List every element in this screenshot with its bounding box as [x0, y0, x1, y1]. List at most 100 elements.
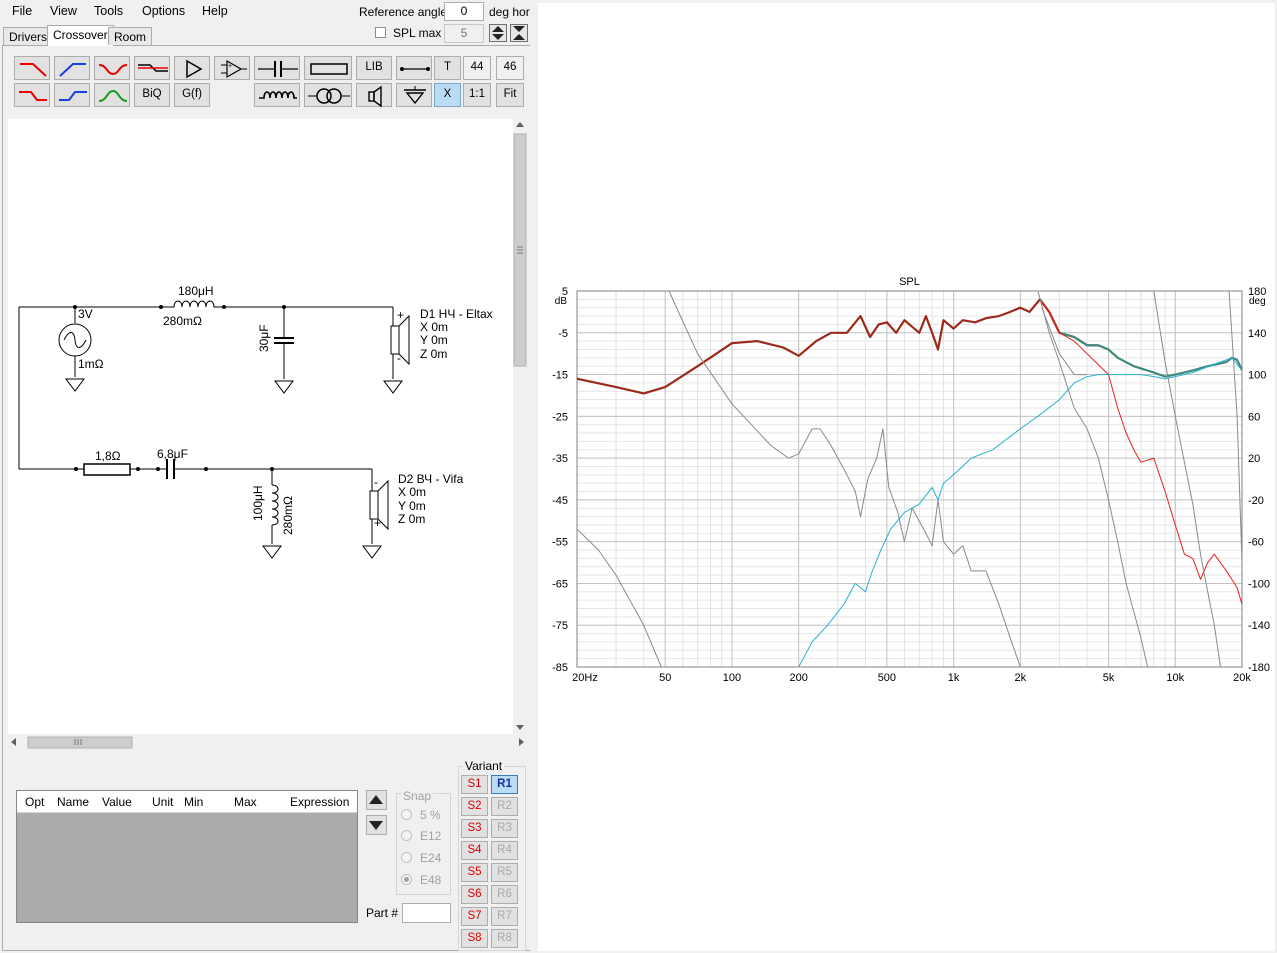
driver-button[interactable] [356, 83, 392, 108]
inductor-icon [259, 91, 297, 99]
y-tick-left: -85 [552, 662, 568, 674]
col-unit[interactable]: Unit [152, 795, 173, 809]
menu-tools[interactable]: Tools [94, 4, 123, 18]
y-tick-left: -55 [552, 537, 568, 549]
spl-max-input[interactable]: 5 [444, 24, 484, 43]
move-up-button[interactable] [366, 790, 387, 810]
snap-e48-radio[interactable] [401, 874, 412, 885]
highpass-blue-button[interactable] [54, 56, 90, 80]
col-value[interactable]: Value [102, 795, 132, 809]
col-name[interactable]: Name [57, 795, 89, 809]
spl-chart-pane[interactable]: SPL dB deg 5 -5 -15 -25 -35 -45 -55 -65 -75 -85 180 14… [538, 3, 1275, 951]
snap-e24-radio[interactable] [401, 852, 412, 863]
snap-e12-radio[interactable] [401, 830, 412, 841]
d1-y-label: Y 0m [420, 333, 448, 347]
lowpass2-red-button[interactable] [14, 83, 50, 107]
spin-up-down-button[interactable] [489, 24, 507, 42]
variant-s6-button[interactable]: S6 [461, 885, 488, 904]
menu-file[interactable]: File [12, 4, 32, 18]
spin-collapse-button[interactable] [510, 24, 528, 42]
variant-r3-button[interactable]: R3 [491, 819, 518, 838]
arrow-up-icon [369, 795, 383, 804]
zoom-1to1-button[interactable]: 1:1 [463, 83, 491, 107]
y-tick-right: -20 [1248, 495, 1264, 507]
grid-y-field[interactable]: 46 [496, 56, 524, 80]
grid-x-value: 44 [470, 61, 484, 73]
capacitor-icon [258, 61, 298, 77]
menu-help[interactable]: Help [202, 4, 228, 18]
tab-crossover[interactable]: Crossover [47, 25, 114, 46]
variant-r1-button[interactable]: R1 [491, 775, 518, 794]
library-button[interactable]: LIB [356, 56, 392, 80]
opamp-button[interactable]: + [214, 56, 250, 80]
tab-room[interactable]: Room [108, 27, 153, 45]
x-tick: 10k [1166, 672, 1184, 684]
variant-s3-button[interactable]: S3 [461, 819, 488, 838]
move-down-button[interactable] [366, 815, 387, 835]
y-tick-right: -60 [1248, 537, 1264, 549]
snap-5-radio[interactable] [401, 809, 412, 820]
text-tool-button[interactable]: T [434, 56, 461, 80]
r1-value-label: 1,8Ω [95, 449, 121, 463]
variant-s8-button[interactable]: S8 [461, 929, 488, 948]
pane-splitter[interactable] [530, 0, 538, 953]
variant-s7-button[interactable]: S7 [461, 907, 488, 926]
menu-view[interactable]: View [50, 4, 77, 18]
x-tick: 2k [1015, 672, 1027, 684]
variant-r4-button[interactable]: R4 [491, 841, 518, 860]
series-line-8 [1153, 291, 1221, 667]
optimization-table[interactable]: Opt Name Value Unit Min Max Expression [16, 790, 358, 923]
amplifier-button[interactable] [174, 56, 210, 80]
lowpass-red-button[interactable] [14, 56, 50, 80]
variant-s1-button[interactable]: S1 [461, 775, 488, 794]
shelf-button[interactable] [134, 56, 170, 80]
scrollbar-arrows-icon [11, 736, 524, 749]
inductor-button[interactable] [254, 83, 300, 107]
highpass2-blue-button[interactable] [54, 83, 90, 107]
variant-r2-button[interactable]: R2 [491, 797, 518, 816]
source-voltage-label: 3V [78, 307, 93, 321]
schematic-vertical-scrollbar[interactable] [513, 119, 527, 734]
spl-chart: SPLdB deg5-5-15-25-35-45-55-65-75-8518014… [552, 276, 1270, 684]
part-number-label: Part # [366, 906, 399, 920]
x-tick: 1k [948, 672, 960, 684]
col-opt[interactable]: Opt [25, 795, 44, 809]
spl-max-checkbox[interactable] [375, 27, 386, 38]
ground-button[interactable] [396, 83, 432, 107]
variant-s2-button[interactable]: S2 [461, 797, 488, 816]
variant-r7-button[interactable]: R7 [491, 907, 518, 926]
variant-r8-button[interactable]: R8 [491, 929, 518, 948]
reference-angle-input[interactable]: 0 [444, 2, 484, 21]
col-min[interactable]: Min [184, 795, 203, 809]
biquad-button[interactable]: BiQ [134, 83, 170, 107]
col-expression[interactable]: Expression [290, 795, 349, 809]
highpass-step-icon [59, 91, 87, 101]
y-tick-left: 5 [562, 286, 568, 298]
part-number-input[interactable] [402, 903, 451, 923]
variant-s5-button[interactable]: S5 [461, 863, 488, 882]
variant-s4-button[interactable]: S4 [461, 841, 488, 860]
resistor-button[interactable] [304, 56, 352, 80]
x-toggle-button[interactable]: X [434, 83, 461, 107]
d1-z-label: Z 0m [420, 347, 448, 361]
transformer-button[interactable] [304, 83, 352, 107]
notch-red-button[interactable] [94, 56, 130, 80]
peak-green-button[interactable] [94, 83, 130, 107]
l2-value-label: 100μH [251, 485, 265, 521]
wire-button[interactable] [396, 56, 432, 80]
col-max[interactable]: Max [234, 795, 257, 809]
capacitor-button[interactable] [254, 56, 300, 80]
variant-r6-button[interactable]: R6 [491, 885, 518, 904]
tab-drivers[interactable]: Drivers [3, 27, 53, 45]
grid-x-field[interactable]: 44 [463, 56, 491, 80]
zoom-fit-button[interactable]: Fit [496, 83, 524, 107]
y-tick-left: -35 [552, 453, 568, 465]
d2-y-label: Y 0m [398, 499, 426, 513]
variant-r5-button[interactable]: R5 [491, 863, 518, 882]
menu-options[interactable]: Options [142, 4, 185, 18]
schematic-horizontal-scrollbar[interactable] [8, 735, 527, 750]
transfer-function-button[interactable]: G(f) [174, 83, 210, 107]
x-tick: 100 [723, 672, 741, 684]
schematic-canvas[interactable]: 3V 1mΩ 180μH 280mΩ 30μF + - D1 НЧ - Elta… [8, 119, 513, 734]
resistor-icon [310, 63, 348, 75]
